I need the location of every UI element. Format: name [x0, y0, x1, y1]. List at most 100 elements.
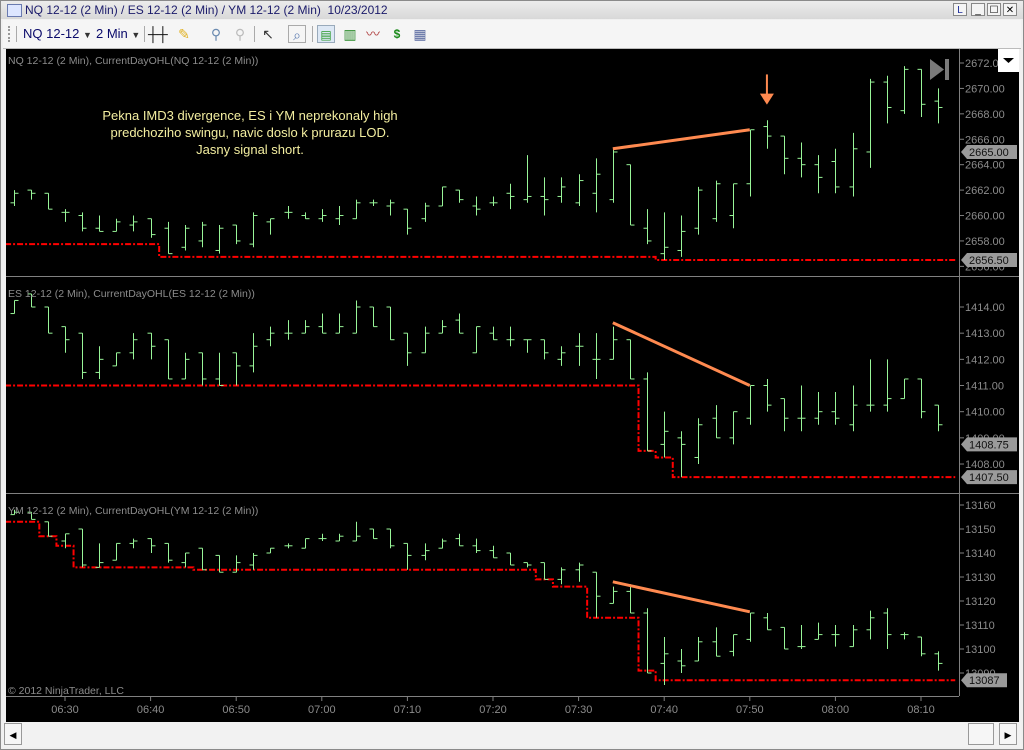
ohlc-bar [129, 333, 138, 360]
plot-area [6, 509, 956, 685]
scroll-thumb[interactable] [968, 723, 994, 745]
price-label: 13110 [965, 620, 995, 632]
ohlc-bar [369, 528, 378, 540]
time-label: 08:10 [907, 704, 935, 716]
ohlc-bar [780, 398, 789, 432]
ohlc-bar [660, 637, 669, 685]
chart-canvas[interactable]: 06:30 06:40 06:50 07:00 07:10 07:20 07:30 07:40… [6, 49, 1019, 722]
ohlc-bar [438, 320, 447, 334]
ohlc-bar [523, 155, 532, 203]
ohlc-bar [917, 636, 926, 657]
ohlc-bar [403, 208, 412, 235]
ohlc-bar [181, 225, 190, 251]
ohlc-bar [472, 538, 481, 553]
chevron-down-icon: ▼ [83, 30, 92, 40]
ohlc-bar [746, 385, 755, 425]
ohlc-bar [78, 332, 87, 379]
ohlc-bar [266, 547, 275, 554]
arrow-head-icon [759, 93, 774, 105]
ohlc-bar [763, 378, 772, 412]
ohlc-bar [866, 78, 875, 168]
ohlc-bar [831, 148, 840, 194]
ohlc-bar [626, 164, 635, 226]
ohlc-bar [164, 221, 173, 255]
interval-selector[interactable]: 2 Min ▼ [96, 25, 140, 43]
ohlc-bar [677, 431, 686, 478]
ohlc-bar [506, 183, 515, 210]
price-label: 1411.00 [965, 381, 1004, 393]
ohlc-bar [472, 196, 481, 216]
chart-style-icon[interactable]: ▥ [341, 25, 359, 43]
strategies-icon[interactable]: $ [388, 25, 406, 43]
price-label: 13120 [965, 596, 996, 608]
time-label: 06:40 [137, 704, 165, 716]
price-label: 2662.00 [965, 185, 1005, 197]
ohlc-bar [352, 521, 361, 542]
ohlc-bar [61, 209, 70, 222]
price-label: 2664.00 [965, 160, 1005, 172]
bar-type-icon[interactable]: ┼┼ [148, 25, 168, 43]
ohlc-bar [557, 177, 566, 203]
link-button[interactable]: L [953, 3, 967, 16]
ohlc-bar [438, 186, 447, 207]
data-series-icon[interactable]: ▤ [317, 25, 335, 43]
ohlc-bar [489, 196, 498, 206]
chart-panel-nq: 2656.002658.002660.002662.002664.002666.… [6, 55, 1017, 273]
price-label: 2670.00 [965, 83, 1005, 95]
chart-toolbar: NQ 12-12 ▼ 2 Min ▼ ┼┼ ✎ ⚲ ⚲ ↖ ⌕ ▤ ▥ 〰 $ … [3, 20, 1021, 49]
ohlc-bar [712, 180, 721, 222]
ohlc-bar [421, 326, 430, 354]
ohlc-bar [198, 352, 207, 386]
plot-area [6, 66, 956, 262]
ohlc-bar [506, 326, 515, 347]
ohlc-bar [112, 352, 121, 367]
chart-area[interactable]: 06:30 06:40 06:50 07:00 07:10 07:20 07:30 07:40… [6, 49, 1019, 722]
zoom-out-icon[interactable]: ⚲ [231, 25, 249, 43]
panel-title: NQ 12-12 (2 Min), CurrentDayOHL(NQ 12-12… [8, 55, 258, 67]
chart-app-icon [7, 4, 22, 17]
ohlc-bar [643, 209, 652, 245]
panel-title: YM 12-12 (2 Min), CurrentDayOHL(YM 12-12… [8, 505, 258, 517]
ohlc-bar [198, 221, 207, 248]
ohlc-bar [489, 545, 498, 559]
close-button[interactable]: ✕ [1003, 3, 1017, 16]
ohlc-bar [609, 326, 618, 360]
ohlc-bar [472, 326, 481, 354]
lod-line [6, 520, 956, 682]
ohlc-bar [849, 385, 858, 432]
price-axis-menu-button[interactable] [998, 49, 1019, 72]
ohlc-bar [489, 326, 498, 341]
drawing-pencil-icon[interactable]: ✎ [175, 25, 193, 43]
time-label: 07:50 [736, 704, 764, 716]
zoom-in-icon[interactable]: ⚲ [207, 25, 225, 43]
time-label: 07:00 [308, 704, 336, 716]
ohlc-bar [814, 622, 823, 640]
properties-icon[interactable]: ▦ [411, 25, 429, 43]
ohlc-bar [694, 418, 703, 465]
horizontal-scrollbar[interactable]: ◀ ▶ [3, 722, 1021, 747]
ohlc-bar [729, 183, 738, 229]
toolbar-divider [144, 26, 145, 42]
play-triangle-icon [930, 59, 944, 80]
maximize-button[interactable]: ☐ [987, 3, 1001, 16]
ohlc-bar [694, 186, 703, 235]
instrument-selector[interactable]: NQ 12-12 ▼ [23, 25, 92, 43]
toolbar-grip[interactable] [8, 26, 12, 42]
pointer-icon[interactable]: ↖ [259, 25, 277, 43]
divergence-trend-line [612, 580, 751, 614]
ohlc-bar [523, 339, 532, 353]
indicators-icon[interactable]: 〰 [364, 25, 382, 43]
ohlc-bar [284, 543, 293, 549]
annotation-text: Pekna IMD3 divergence, ES i YM neprekona… [102, 108, 397, 123]
ohlc-bar [917, 68, 926, 118]
scroll-to-end-icon[interactable] [930, 59, 949, 80]
ohlc-bar [797, 625, 806, 649]
minimize-button[interactable]: _ [971, 3, 985, 16]
scroll-right-button[interactable]: ▶ [999, 723, 1017, 745]
ohlc-bar [301, 538, 310, 549]
ohlc-bar [284, 320, 293, 340]
scroll-left-button[interactable]: ◀ [4, 723, 22, 745]
ohlc-bar [164, 339, 173, 380]
ohlc-bar [318, 533, 327, 541]
zoom-box-icon[interactable]: ⌕ [288, 25, 306, 43]
